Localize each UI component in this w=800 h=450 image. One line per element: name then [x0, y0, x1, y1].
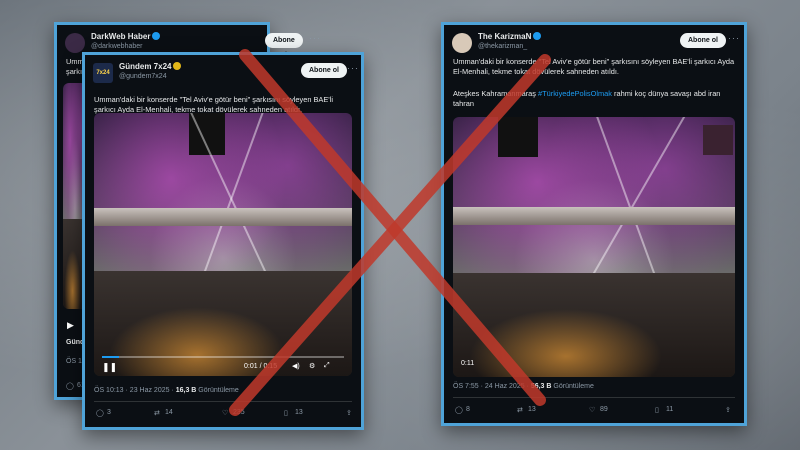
reply-icon: ◯: [455, 407, 463, 414]
more-options-icon[interactable]: ···: [728, 33, 740, 43]
bookmark-button[interactable]: ▯ 11: [655, 406, 673, 414]
divider: [94, 401, 352, 402]
volume-icon[interactable]: ◀): [292, 362, 300, 370]
divider: [453, 397, 735, 398]
avatar[interactable]: [452, 33, 472, 53]
user-handle[interactable]: @gundem7x24: [119, 73, 167, 80]
action-bar: ◯ 3 ⇄ 14 ♡ 235 ▯ 13 ⇪: [94, 409, 352, 423]
verified-badge-icon: [173, 62, 182, 70]
tweet-header: 7x24 Gündem 7x24 @gundem7x24 Abone ol ··…: [85, 55, 361, 95]
user-handle[interactable]: @darkwebhaber: [91, 43, 142, 50]
video-time: 0:11: [461, 360, 475, 367]
tweet-text: Umman'daki bir konserde "Tel Aviv'e götü…: [94, 95, 333, 114]
reply-button[interactable]: ◯ 3: [96, 409, 111, 417]
follow-button[interactable]: Abone ol: [265, 33, 303, 59]
heart-icon: ♡: [222, 410, 229, 417]
share-icon: ⇪: [346, 410, 352, 417]
view-count: 16,3 B: [175, 387, 197, 394]
settings-icon[interactable]: ⚙: [309, 362, 315, 370]
share-button[interactable]: ⇪: [346, 409, 357, 417]
follow-button[interactable]: Abone ol: [301, 63, 347, 78]
tweet-timestamp[interactable]: ÖS 10:13 · 23 Haz 2025 · 16,3 B Görüntül…: [94, 387, 239, 394]
share-icon: ⇪: [725, 407, 731, 414]
pause-icon[interactable]: ❚❚: [102, 362, 117, 373]
display-name[interactable]: Gündem 7x24: [119, 62, 182, 71]
retweet-button[interactable]: ⇄ 14: [154, 409, 173, 417]
user-handle[interactable]: @thekarizman_: [478, 43, 527, 50]
retweet-icon: ⇄: [154, 410, 160, 417]
follow-button[interactable]: Abone ol: [680, 33, 726, 48]
avatar[interactable]: [65, 33, 85, 53]
retweet-button[interactable]: ⇄ 13: [517, 406, 536, 414]
retweet-icon: ⇄: [517, 407, 523, 414]
display-name[interactable]: The KarizmaN: [478, 32, 542, 41]
tweet-timestamp[interactable]: ÖS 7:55 · 24 Haz 2025 · 56,3 B Görüntüle…: [453, 383, 594, 390]
more-options-icon[interactable]: ···: [309, 33, 321, 43]
action-bar: ◯ 8 ⇄ 13 ♡ 89 ▯ 11 ⇪: [453, 406, 735, 420]
hashtag-link[interactable]: #TürkiyedePolisOlmak: [538, 89, 612, 98]
like-button[interactable]: ♡ 89: [589, 406, 608, 414]
video-controls: ❚❚ 0:01 / 0:15 ◀) ⚙ ⤢: [94, 354, 352, 376]
tweet-video[interactable]: 0:11: [453, 117, 735, 377]
tweet-card-gundem: 7x24 Gündem 7x24 @gundem7x24 Abone ol ··…: [82, 52, 364, 430]
video-time: 0:01 / 0:15: [244, 363, 278, 370]
bookmark-icon: ▯: [655, 407, 659, 414]
bookmark-icon: ▯: [284, 410, 288, 417]
tweet-card-karizman: The KarizmaN @thekarizman_ Abone ol ··· …: [441, 22, 747, 426]
tweet-text-tags: Ateşkes Kahramanmaraş #TürkiyedePolisOlm…: [453, 89, 721, 108]
reply-button[interactable]: ◯ 8: [455, 406, 470, 414]
avatar[interactable]: 7x24: [93, 63, 113, 83]
display-name[interactable]: DarkWeb Haber: [91, 32, 161, 41]
tweet-video[interactable]: ❚❚ 0:01 / 0:15 ◀) ⚙ ⤢: [94, 113, 352, 376]
like-button[interactable]: ♡ 235: [222, 409, 245, 417]
play-icon[interactable]: ▶: [67, 320, 74, 331]
view-count: 56,3 B: [530, 383, 552, 390]
video-progress-bar[interactable]: [102, 356, 344, 358]
fullscreen-icon[interactable]: ⤢: [324, 362, 330, 370]
tweet-text: Umman'daki bir konserde "Tel Aviv'e götü…: [453, 57, 735, 76]
verified-badge-icon: [152, 32, 161, 40]
reply-icon: ◯: [96, 410, 104, 417]
verified-badge-icon: [533, 32, 542, 40]
reply-icon: ◯: [66, 383, 74, 390]
heart-icon: ♡: [589, 407, 596, 414]
more-options-icon[interactable]: ···: [347, 63, 359, 73]
share-button[interactable]: ⇪: [725, 406, 736, 414]
bookmark-button[interactable]: ▯ 13: [284, 409, 303, 417]
